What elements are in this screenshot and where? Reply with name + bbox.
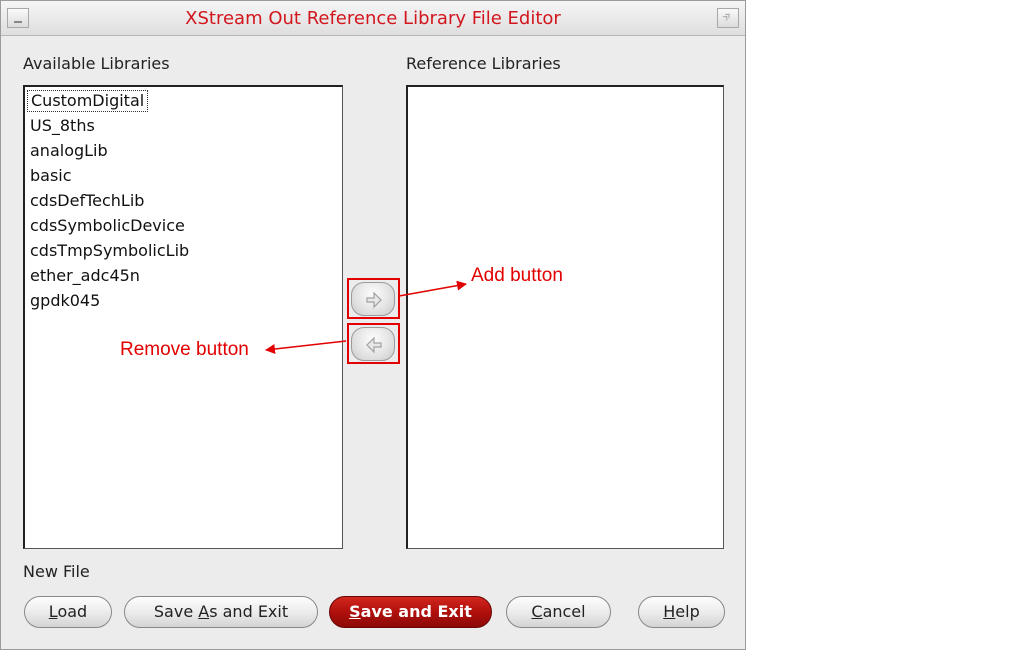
available-libraries-label: Available Libraries <box>23 54 170 73</box>
help-mnemonic: H <box>663 602 676 621</box>
library-list-item[interactable]: CustomDigital <box>26 90 149 112</box>
save-as-label-pre: Save <box>153 602 199 621</box>
library-list-item[interactable]: cdsSymbolicDevice <box>30 216 185 236</box>
library-list-item[interactable]: ether_adc45n <box>30 266 140 286</box>
help-button[interactable]: Help <box>638 596 725 628</box>
library-list-item[interactable]: gpdk045 <box>30 291 100 311</box>
window-close-button[interactable] <box>717 8 739 28</box>
reference-libraries-list[interactable] <box>406 85 724 549</box>
dialog-window: XStream Out Reference Library File Edito… <box>0 0 746 650</box>
save-as-mnemonic: A <box>198 602 210 621</box>
library-list-item[interactable]: analogLib <box>30 141 108 161</box>
library-list-item[interactable]: US_8ths <box>30 116 95 136</box>
library-list-item[interactable]: cdsDefTechLib <box>30 191 144 211</box>
cancel-button[interactable]: Cancel <box>506 596 611 628</box>
save-as-label: s and Exit <box>209 602 289 621</box>
load-button[interactable]: Load <box>24 596 112 628</box>
remove-button-annotation: Remove button <box>120 339 249 360</box>
library-list-item[interactable]: basic <box>30 166 72 186</box>
new-file-label: New File <box>23 562 90 581</box>
help-label: elp <box>675 602 700 621</box>
available-libraries-list[interactable]: CustomDigital US_8ths analogLib basic cdsDef… <box>23 85 343 549</box>
remove-button[interactable] <box>351 327 395 361</box>
arrow-right-icon <box>366 291 382 309</box>
add-button[interactable] <box>351 282 395 316</box>
save-as-and-exit-button[interactable]: Save As and Exit <box>124 596 318 628</box>
reference-libraries-label: Reference Libraries <box>406 54 561 73</box>
arrow-left-icon <box>366 336 382 354</box>
save-and-exit-button[interactable]: Save and Exit <box>329 596 492 628</box>
save-mnemonic: S <box>349 602 361 621</box>
window-title: XStream Out Reference Library File Edito… <box>185 8 561 29</box>
library-list-item[interactable]: cdsTmpSymbolicLib <box>30 241 189 261</box>
save-label: ave and Exit <box>360 602 472 621</box>
title-bar: XStream Out Reference Library File Edito… <box>1 1 745 36</box>
load-label: oad <box>57 602 88 621</box>
cancel-mnemonic: C <box>531 602 543 621</box>
add-button-annotation: Add button <box>471 265 563 286</box>
cancel-label: ancel <box>542 602 586 621</box>
